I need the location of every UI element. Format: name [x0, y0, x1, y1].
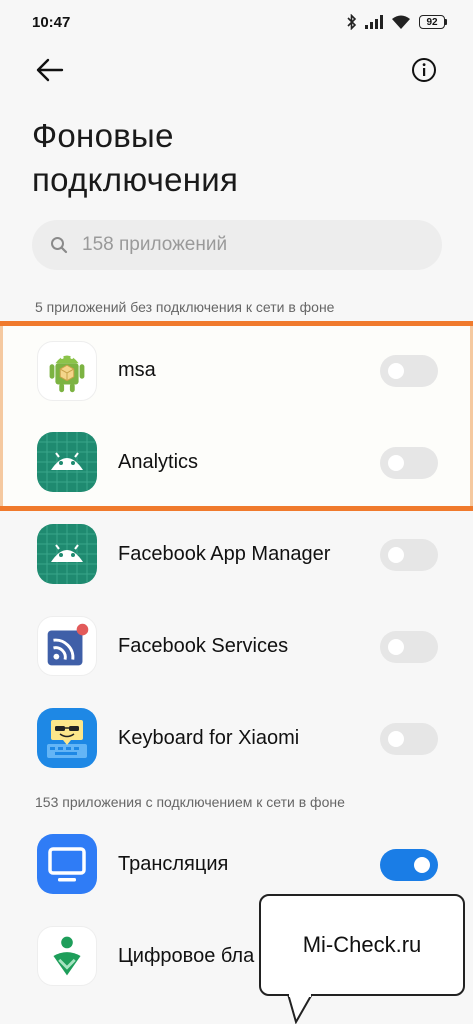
app-name: Цифровое бла: [118, 945, 255, 967]
background-toggle[interactable]: [380, 849, 438, 881]
app-name: Keyboard for Xiaomi: [118, 727, 300, 749]
app-name: msa: [118, 359, 156, 381]
search-input[interactable]: [82, 234, 402, 256]
arrow-left-icon: [36, 58, 64, 82]
background-toggle[interactable]: [380, 631, 438, 663]
facebook-services-icon: [37, 616, 97, 676]
page-title-line1: Фоновые: [32, 117, 174, 154]
page-title-line2: подключения: [32, 161, 239, 198]
back-button[interactable]: [34, 56, 66, 84]
android-grid-icon: [37, 524, 97, 584]
app-row-facebook-services: Facebook Services: [0, 602, 473, 692]
wifi-icon: [391, 15, 411, 30]
app-row-msa: msa: [0, 326, 473, 416]
info-button[interactable]: [411, 57, 437, 83]
search-box[interactable]: [32, 220, 442, 270]
watermark-text: Mi-Check.ru: [302, 932, 422, 957]
signal-icon: [365, 15, 383, 29]
background-toggle[interactable]: [380, 447, 438, 479]
section-header-no-background: 5 приложений без подключения к сети в фо…: [35, 299, 335, 315]
info-icon: [412, 58, 436, 82]
top-bar: [0, 48, 473, 92]
battery-level: 92: [419, 15, 445, 29]
app-name: Трансляция: [118, 853, 229, 875]
app-name: Facebook Services: [118, 635, 289, 657]
app-name: Facebook App Manager: [118, 543, 331, 565]
android-cube-icon: [37, 341, 97, 401]
page-title: Фоновые подключения: [32, 114, 442, 202]
section-header-with-background: 153 приложения с подключением к сети в ф…: [35, 794, 345, 810]
status-icons: 92: [347, 14, 447, 30]
search-icon: [51, 237, 68, 254]
background-toggle[interactable]: [380, 355, 438, 387]
app-row-keyboard-for-xiaomi: Keyboard for Xiaomi: [0, 694, 473, 784]
cast-monitor-icon: [37, 834, 97, 894]
android-grid-icon: [37, 432, 97, 492]
status-bar: 10:47 92: [0, 0, 473, 44]
status-time: 10:47: [32, 13, 71, 31]
app-name: Analytics: [118, 451, 199, 473]
app-row-analytics: Analytics: [0, 418, 473, 508]
digital-wellbeing-icon: [37, 926, 97, 986]
background-toggle[interactable]: [380, 539, 438, 571]
watermark-callout: Mi-Check.ru: [259, 894, 465, 996]
background-toggle[interactable]: [380, 723, 438, 755]
battery-icon: 92: [419, 15, 447, 29]
callout-tail: [287, 994, 313, 1024]
bluetooth-icon: [347, 14, 357, 30]
app-row-facebook-app-manager: Facebook App Manager: [0, 510, 473, 600]
keyboard-emoji-icon: [37, 708, 97, 768]
